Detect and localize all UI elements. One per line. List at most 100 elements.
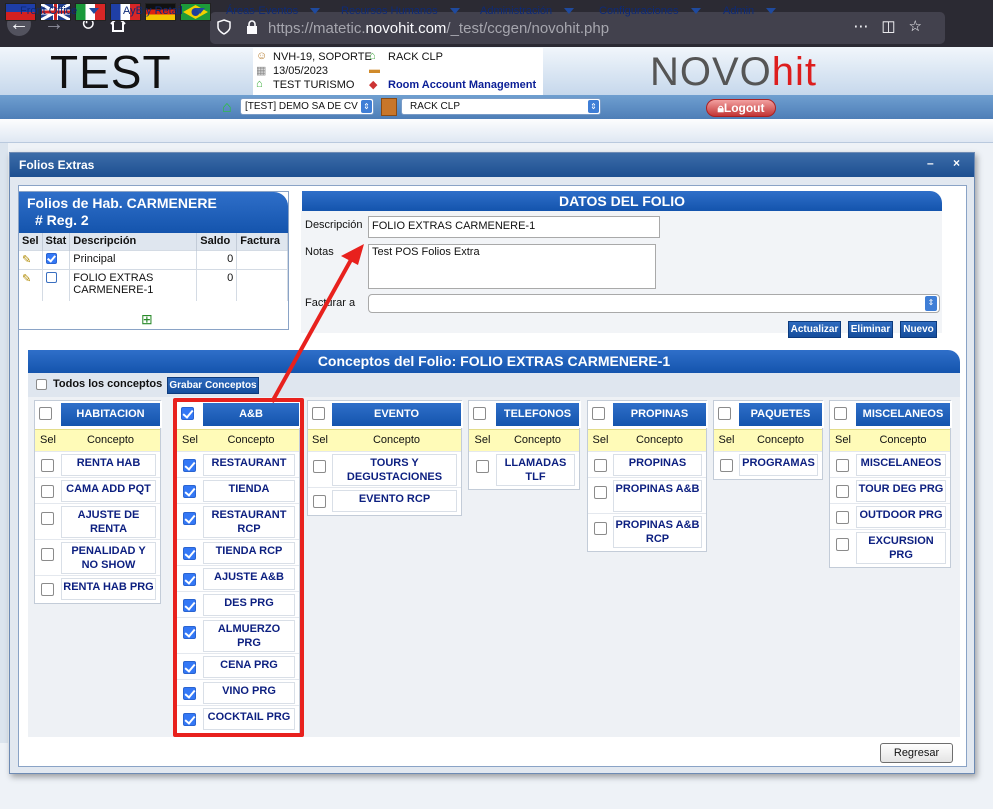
concept-row[interactable]: RENTA HAB PRG [35, 575, 160, 601]
status-checkbox[interactable] [45, 271, 57, 283]
concept-label[interactable]: PROPINAS A&B RCP [615, 518, 700, 546]
chevron-down-icon[interactable]: ⇕ [925, 296, 937, 311]
concept-label[interactable]: TOUR DEG PRG [858, 482, 944, 496]
concept-row[interactable]: RENTA HAB [35, 451, 160, 477]
column-select-all-checkbox[interactable] [592, 407, 605, 420]
pencil-icon[interactable]: ✎ [22, 254, 31, 266]
concept-checkbox[interactable] [41, 459, 54, 472]
column-select-all-checkbox[interactable] [39, 407, 52, 420]
concept-checkbox[interactable] [41, 583, 54, 596]
concept-row[interactable]: EVENTO RCP [308, 487, 461, 513]
concept-row[interactable]: PROPINAS A&B RCP [588, 513, 706, 549]
concept-label[interactable]: OUTDOOR PRG [858, 508, 944, 522]
concept-row[interactable]: AJUSTE DE RENTA [35, 503, 160, 539]
concept-label[interactable]: RENTA HAB PRG [63, 580, 154, 594]
house-icon: ⌂ [369, 50, 376, 62]
concept-checkbox[interactable] [594, 522, 607, 535]
sel-label: Sel [40, 434, 56, 446]
concept-row[interactable]: LLAMADAS TLF [469, 451, 579, 487]
menu-configuraciones[interactable]: Configuraciones [599, 5, 701, 17]
eliminar-button[interactable]: Eliminar [848, 321, 893, 338]
info-room[interactable]: Room Account Management [388, 78, 536, 92]
concept-row[interactable]: TOUR DEG PRG [830, 477, 950, 503]
concept-checkbox[interactable] [313, 460, 326, 473]
url-bar[interactable]: https://matetic.novohit.com/_test/ccgen/… [210, 12, 945, 44]
pencil-icon[interactable]: ✎ [22, 273, 31, 285]
concept-label[interactable]: PROPINAS [615, 456, 700, 470]
concept-label[interactable]: PENALIDAD Y NO SHOW [63, 544, 154, 572]
grabar-conceptos-button[interactable]: Grabar Conceptos [167, 377, 259, 394]
concept-label[interactable]: LLAMADAS TLF [498, 456, 573, 484]
menu-recursos-humanos[interactable]: Recursos Humanos [341, 5, 460, 17]
logout-button[interactable]: 🔒︎Logout [706, 99, 776, 117]
column-select-all-checkbox[interactable] [312, 407, 325, 420]
concept-row[interactable]: PROPINAS [588, 451, 706, 477]
rack-select[interactable]: RACK CLP ⇕ [401, 98, 601, 115]
column-select-all-checkbox[interactable] [718, 407, 731, 420]
column-select-all-checkbox[interactable] [473, 407, 486, 420]
concept-row[interactable]: MISCELANEOS [830, 451, 950, 477]
concept-checkbox[interactable] [836, 459, 849, 472]
descripcion-input[interactable]: FOLIO EXTRAS CARMENERE-1 [368, 216, 660, 238]
column-header: HABITACION [35, 401, 162, 428]
concept-checkbox[interactable] [836, 538, 849, 551]
info-rack: RACK CLP [388, 51, 444, 63]
concept-row[interactable]: EXCURSION PRG [830, 529, 950, 565]
concept-label[interactable]: RENTA HAB [63, 456, 154, 470]
concept-label[interactable]: TOURS Y DEGUSTACIONES [334, 456, 455, 484]
concepto-label: Concepto [86, 434, 135, 446]
table-row[interactable]: ✎ FOLIO EXTRAS CARMENERE-1 0 [19, 268, 288, 301]
concept-label[interactable]: EXCURSION PRG [858, 534, 944, 562]
star-icon[interactable]: ☆ [909, 18, 935, 35]
window-controls[interactable]: – × [927, 156, 968, 170]
concept-label[interactable]: MISCELANEOS [858, 456, 944, 470]
menu-areas-eventos[interactable]: Áreas-Eventos [226, 5, 321, 17]
concept-checkbox[interactable] [41, 512, 54, 525]
facturar-select[interactable] [368, 294, 940, 313]
concept-checkbox[interactable] [476, 460, 489, 473]
menu-admin[interactable]: Admin [723, 5, 777, 17]
concept-row[interactable]: PROGRAMAS [714, 451, 822, 477]
concept-checkbox[interactable] [720, 459, 733, 472]
concept-checkbox[interactable] [41, 485, 54, 498]
concept-row[interactable]: CAMA ADD PQT [35, 477, 160, 503]
column-title: TELEFONOS [496, 403, 579, 426]
home-icon[interactable]: ⌂ [222, 99, 232, 117]
column-miscelaneos: MISCELANEOS Sel Concepto MISCELANEOS TOUR DE… [829, 400, 952, 568]
more-icon[interactable]: ⋯ [853, 18, 881, 35]
concept-checkbox[interactable] [836, 485, 849, 498]
concept-checkbox[interactable] [594, 486, 607, 499]
column-select-all-checkbox[interactable] [834, 407, 847, 420]
nuevo-button[interactable]: Nuevo [900, 321, 937, 338]
concept-checkbox[interactable] [594, 459, 607, 472]
concept-row[interactable]: OUTDOOR PRG [830, 503, 950, 529]
menu-front-office[interactable]: Front Office [20, 5, 100, 17]
folio-saldo: 0 [196, 249, 238, 269]
todos-checkbox[interactable] [36, 379, 47, 390]
menu-ayb-retail[interactable]: AyB y Retail [123, 5, 205, 17]
menu-administracion[interactable]: Administración [480, 5, 575, 17]
concept-row[interactable]: PROPINAS A&B [588, 477, 706, 513]
concept-label[interactable]: EVENTO RCP [334, 492, 455, 506]
status-checkbox[interactable] [45, 252, 57, 264]
concepto-label: Concepto [372, 434, 421, 446]
concept-label[interactable]: PROPINAS A&B [615, 482, 700, 496]
concept-label[interactable]: CAMA ADD PQT [63, 482, 154, 496]
table-row[interactable]: ✎ Principal 0 [19, 249, 288, 269]
company-select[interactable]: [TEST] DEMO SA DE CV ⇕ [240, 98, 374, 115]
concept-label[interactable]: AJUSTE DE RENTA [63, 508, 154, 536]
folio-saldo: 0 [196, 268, 238, 301]
concept-row[interactable]: PENALIDAD Y NO SHOW [35, 539, 160, 575]
actualizar-button[interactable]: Actualizar [788, 321, 841, 338]
notas-textarea[interactable]: Test POS Folios Extra [368, 244, 656, 289]
column-evento: EVENTO Sel Concepto TOURS Y DEGUSTACIONES EV… [307, 400, 463, 516]
concept-label[interactable]: PROGRAMAS [741, 456, 816, 470]
concept-row[interactable]: TOURS Y DEGUSTACIONES [308, 451, 461, 487]
concept-checkbox[interactable] [313, 495, 326, 508]
regresar-button[interactable]: Regresar [880, 743, 953, 763]
concept-checkbox[interactable] [41, 548, 54, 561]
add-folio-icon[interactable]: ⊞ [141, 311, 153, 328]
concept-checkbox[interactable] [836, 511, 849, 524]
pocket-icon[interactable]: ◫ [881, 18, 908, 35]
sel-label: Sel [835, 434, 851, 446]
